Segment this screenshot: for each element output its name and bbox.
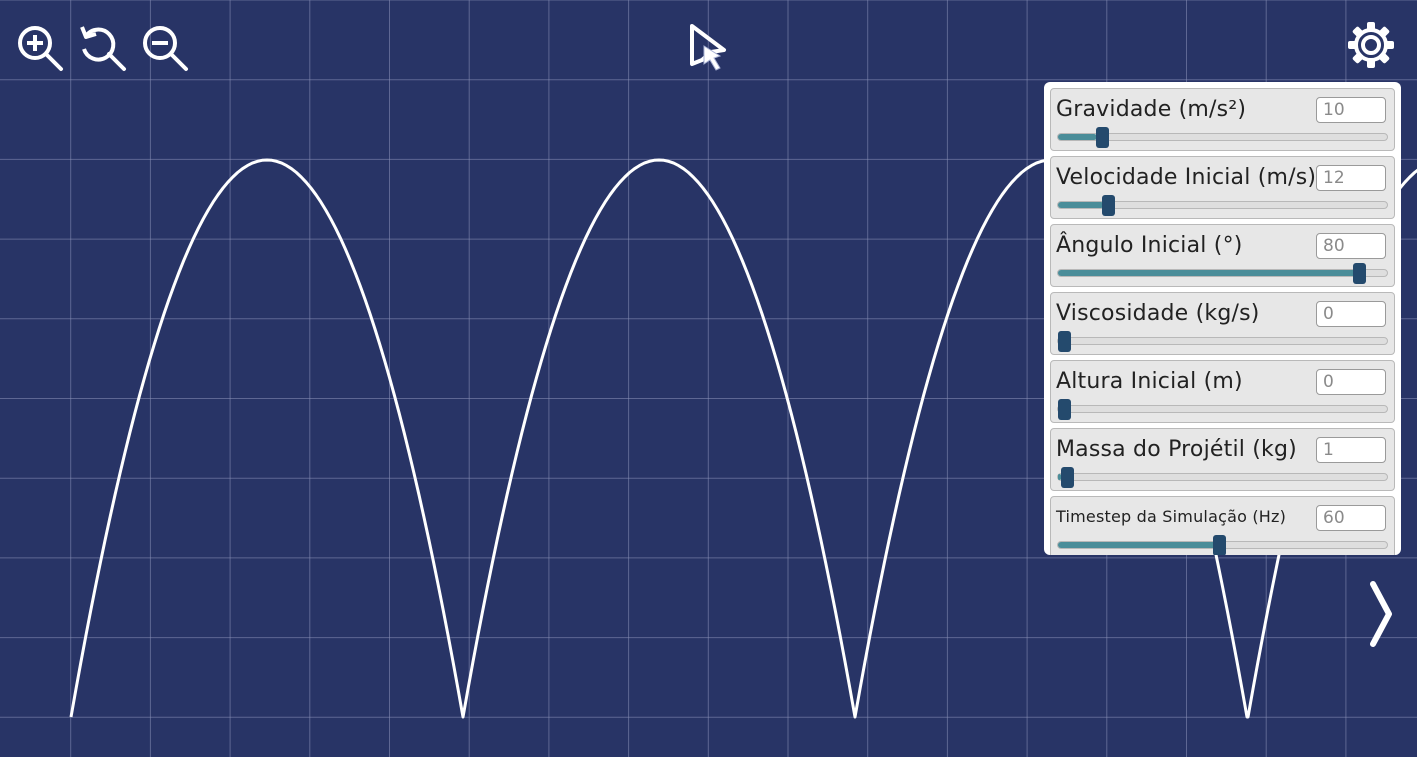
gravity-label: Gravidade (m/s²) [1056, 97, 1247, 122]
gravity-slider[interactable] [1057, 127, 1388, 148]
control-initial-height: Altura Inicial (m) [1050, 360, 1395, 423]
projectile-mass-label: Massa do Projétil (kg) [1056, 437, 1297, 462]
initial-height-label: Altura Inicial (m) [1056, 369, 1243, 394]
gear-icon[interactable] [1344, 18, 1398, 72]
initial-height-slider[interactable] [1057, 399, 1388, 420]
viscosity-label: Viscosidade (kg/s) [1056, 301, 1260, 326]
viscosity-slider[interactable] [1057, 331, 1388, 352]
control-gravity: Gravidade (m/s²) [1050, 88, 1395, 151]
projectile-mass-slider-thumb[interactable] [1061, 467, 1075, 488]
initial-angle-input[interactable] [1316, 233, 1386, 259]
viscosity-input[interactable] [1316, 301, 1386, 327]
initial-velocity-label: Velocidade Inicial (m/s) [1056, 165, 1317, 190]
projectile-mass-input[interactable] [1316, 437, 1386, 463]
timestep-input[interactable] [1316, 505, 1386, 531]
gravity-input[interactable] [1316, 97, 1386, 123]
control-viscosity: Viscosidade (kg/s) [1050, 292, 1395, 355]
projectile-mass-slider[interactable] [1057, 467, 1388, 488]
control-initial-angle: Ângulo Inicial (°) [1050, 224, 1395, 287]
timestep-slider[interactable] [1057, 535, 1388, 555]
parameters-panel: Gravidade (m/s²) Velocidade Inicial (m/s… [1044, 82, 1401, 555]
initial-velocity-slider[interactable] [1057, 195, 1388, 216]
initial-height-slider-thumb[interactable] [1058, 399, 1071, 420]
initial-angle-label: Ângulo Inicial (°) [1056, 233, 1243, 258]
zoom-out-icon[interactable] [139, 22, 189, 72]
control-projectile-mass: Massa do Projétil (kg) [1050, 428, 1395, 491]
timestep-label: Timestep da Simulação (Hz) [1056, 507, 1287, 526]
zoom-in-icon[interactable] [14, 22, 64, 72]
initial-height-input[interactable] [1316, 369, 1386, 395]
pointer-icon[interactable] [684, 20, 734, 74]
initial-velocity-slider-thumb[interactable] [1102, 195, 1116, 216]
chevron-right-icon[interactable] [1365, 578, 1399, 650]
timestep-slider-thumb[interactable] [1213, 535, 1227, 555]
initial-angle-slider[interactable] [1057, 263, 1388, 284]
initial-angle-slider-thumb[interactable] [1352, 263, 1366, 284]
viscosity-slider-thumb[interactable] [1058, 331, 1071, 352]
initial-velocity-input[interactable] [1316, 165, 1386, 191]
gravity-slider-thumb[interactable] [1096, 127, 1110, 148]
reset-zoom-icon[interactable] [77, 22, 127, 72]
control-timestep: Timestep da Simulação (Hz) [1050, 496, 1395, 555]
control-initial-velocity: Velocidade Inicial (m/s) [1050, 156, 1395, 219]
